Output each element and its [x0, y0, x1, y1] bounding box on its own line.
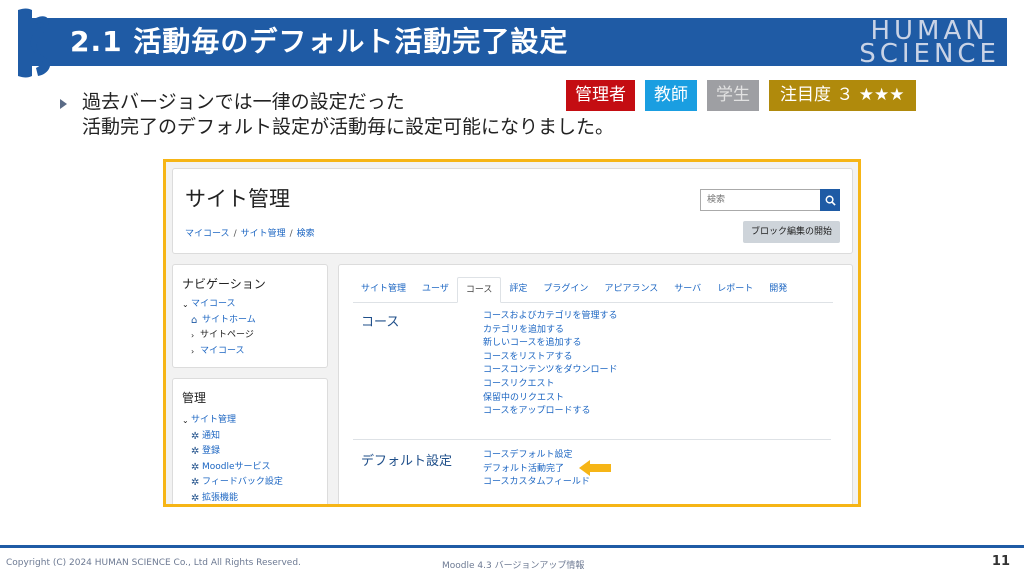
chevron-down-icon: ⌄ [182, 416, 189, 425]
link-default-activity-completion[interactable]: デフォルト活動完了 [483, 463, 590, 477]
tab-development[interactable]: 開発 [761, 277, 795, 302]
navigation-title: ナビゲーション [182, 277, 266, 291]
section-courses-label: コース [361, 315, 400, 330]
link-course-defaults[interactable]: コースデフォルト設定 [483, 449, 590, 463]
administration-block: 管理 ⌄ サイト管理 ✲ 通知 ✲ 登録 ✲ Moodleサービス ✲ フィードバック設定… [172, 378, 328, 505]
brand-logo: HUMAN SCIENCE [859, 18, 1000, 69]
link-add-category[interactable]: カテゴリを追加する [483, 324, 618, 338]
bullet-line-2: 活動完了のデフォルト設定が活動毎に設定可能になりました。 [82, 116, 615, 138]
slide-header: 2.1 活動毎のデフォルト活動完了設定 HUMAN SCIENCE [0, 0, 1024, 82]
badge-student: 学生 [707, 80, 759, 111]
chevron-right-icon: › [191, 331, 195, 340]
nav-item-mycourses-root[interactable]: ⌄ マイコース [182, 297, 256, 313]
badge-teacher: 教師 [645, 80, 697, 111]
page-title: サイト管理 [185, 187, 290, 211]
breadcrumb: マイコース / サイト管理 / 検索 [185, 229, 315, 239]
nav-item-sitehome[interactable]: ⌂ サイトホーム [182, 313, 256, 329]
bullet-triangle-icon [60, 99, 67, 109]
badge-admin: 管理者 [566, 80, 635, 111]
tab-server[interactable]: サーバ [666, 277, 709, 302]
footer-doc-title: Moodle 4.3 バージョンアップ情報 [442, 561, 585, 571]
bullet-point: 過去バージョンでは一律の設定だった 活動完了のデフォルト設定が活動毎に設定可能に… [60, 90, 614, 140]
section-defaults-links: コースデフォルト設定 デフォルト活動完了 コースカスタムフィールド [483, 449, 590, 490]
admin-search [700, 189, 840, 211]
search-button[interactable] [820, 189, 840, 211]
tab-courses[interactable]: コース [456, 277, 502, 303]
nav-item-mycourses[interactable]: › マイコース [182, 344, 256, 360]
tab-grades[interactable]: 評定 [501, 277, 535, 302]
moodle-screenshot: サイト管理 マイコース/サイト管理/検索 ブロック編集の開始 ナビゲーション ⌄… [163, 159, 861, 507]
block-edit-button[interactable]: ブロック編集の開始 [743, 221, 841, 243]
link-pending-requests[interactable]: 保留中のリクエスト [483, 392, 618, 406]
arrow-icon [579, 460, 611, 476]
link-download-content[interactable]: コースコンテンツをダウンロード [483, 364, 618, 378]
link-course-custom-fields[interactable]: コースカスタムフィールド [483, 476, 590, 490]
admin-item-extensions[interactable]: ✲ 拡張機能 [182, 491, 283, 505]
bullet-line-1: 過去バージョンでは一律の設定だった [82, 91, 405, 113]
gear-icon: ✲ [191, 461, 200, 473]
footer-line [0, 545, 1024, 548]
admin-item-registration[interactable]: ✲ 登録 [182, 444, 283, 460]
section-defaults-label: デフォルト設定 [361, 454, 453, 469]
nav-item-sitepages[interactable]: › サイトページ [182, 328, 256, 344]
admin-tabs: サイト管理 ユーザ コース 評定 プラグイン アピアランス サーバ レポート 開… [353, 277, 833, 303]
role-badges: 管理者 教師 学生 注目度 ３ ★★★ [566, 80, 916, 111]
admin-item-feedback[interactable]: ✲ フィードバック設定 [182, 475, 283, 491]
footer-copyright: Copyright (C) 2024 HUMAN SCIENCE Co., Lt… [6, 558, 301, 568]
tab-appearance[interactable]: アピアランス [596, 277, 666, 302]
search-input[interactable] [700, 189, 820, 211]
gear-icon: ✲ [191, 430, 200, 442]
brand-line-2: SCIENCE [859, 39, 1000, 69]
tab-siteadmin[interactable]: サイト管理 [353, 277, 414, 302]
admin-item-notifications[interactable]: ✲ 通知 [182, 429, 283, 445]
breadcrumb-item-siteadmin[interactable]: サイト管理 [241, 229, 286, 239]
admin-item-moodle-services[interactable]: ✲ Moodleサービス [182, 460, 283, 476]
breadcrumb-item-search[interactable]: 検索 [297, 229, 315, 239]
badge-attention: 注目度 ３ ★★★ [769, 80, 916, 111]
link-restore-course[interactable]: コースをリストアする [483, 351, 618, 365]
navigation-tree: ⌄ マイコース ⌂ サイトホーム › サイトページ › マイコース [182, 297, 256, 359]
link-manage-courses[interactable]: コースおよびカテゴリを管理する [483, 310, 618, 324]
section-courses-links: コースおよびカテゴリを管理する カテゴリを追加する 新しいコースを追加する コー… [483, 310, 618, 419]
tab-reports[interactable]: レポート [709, 277, 761, 302]
link-course-requests[interactable]: コースリクエスト [483, 378, 618, 392]
administration-title: 管理 [182, 391, 207, 405]
admin-main-panel: サイト管理 ユーザ コース 評定 プラグイン アピアランス サーバ レポート 開… [338, 264, 853, 504]
section-divider [353, 439, 831, 440]
search-icon [825, 195, 836, 206]
tab-plugins[interactable]: プラグイン [535, 277, 596, 302]
site-admin-header: サイト管理 マイコース/サイト管理/検索 ブロック編集の開始 [172, 168, 853, 254]
chevron-down-icon: ⌄ [182, 300, 189, 309]
breadcrumb-item-mycourses[interactable]: マイコース [185, 229, 230, 239]
gear-icon: ✲ [191, 492, 200, 504]
navigation-block: ナビゲーション ⌄ マイコース ⌂ サイトホーム › サイトページ › マイコース [172, 264, 328, 368]
page-number: 11 [991, 554, 1010, 569]
link-add-course[interactable]: 新しいコースを追加する [483, 337, 618, 351]
link-upload-courses[interactable]: コースをアップロードする [483, 405, 618, 419]
admin-item-siteadmin[interactable]: ⌄ サイト管理 [182, 413, 283, 429]
house-icon: ⌂ [191, 314, 198, 326]
slide-title: 2.1 活動毎のデフォルト活動完了設定 [70, 25, 569, 58]
logo-mark-icon [18, 8, 51, 78]
gear-icon: ✲ [191, 477, 200, 488]
chevron-right-icon: › [191, 346, 195, 356]
gear-icon: ✲ [191, 446, 200, 457]
tab-users[interactable]: ユーザ [414, 277, 457, 302]
administration-tree: ⌄ サイト管理 ✲ 通知 ✲ 登録 ✲ Moodleサービス ✲ フィードバック設定 ✲ 拡… [182, 413, 283, 505]
